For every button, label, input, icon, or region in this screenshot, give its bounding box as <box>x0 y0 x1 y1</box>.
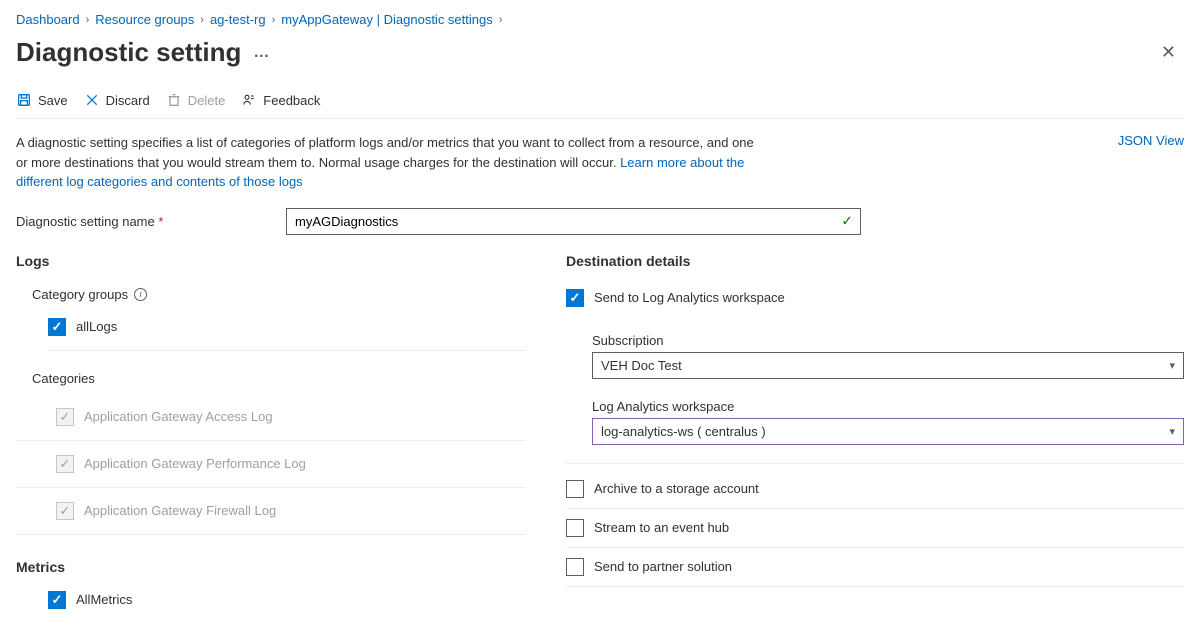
category-groups-label: Category groups i <box>16 279 526 310</box>
validation-check-icon: ✓ <box>841 213 853 230</box>
feedback-label: Feedback <box>263 93 320 108</box>
description-text: A diagnostic setting specifies a list of… <box>16 133 756 192</box>
chevron-right-icon: › <box>499 14 503 26</box>
category-label: Application Gateway Performance Log <box>84 456 306 471</box>
discard-icon <box>84 92 100 108</box>
metrics-title: Metrics <box>16 535 526 583</box>
info-icon[interactable]: i <box>134 288 147 301</box>
eventhub-label: Stream to an event hub <box>594 520 729 535</box>
log-analytics-group: Send to Log Analytics workspace Subscrip… <box>566 279 1184 464</box>
delete-icon <box>166 92 182 108</box>
page-title-text: Diagnostic setting <box>16 37 241 68</box>
required-indicator: * <box>158 214 163 229</box>
save-button[interactable]: Save <box>16 92 68 108</box>
delete-label: Delete <box>188 93 226 108</box>
category-groups-text: Category groups <box>32 287 128 302</box>
destinations-title: Destination details <box>566 253 1184 279</box>
discard-label: Discard <box>106 93 150 108</box>
name-input[interactable] <box>286 208 861 235</box>
logs-metrics-column: Logs Category groups i allLogs Categorie… <box>16 253 526 617</box>
workspace-block: Log Analytics workspace log-analytics-ws… <box>566 383 1184 449</box>
category-checkbox <box>56 455 74 473</box>
chevron-right-icon: › <box>272 14 276 26</box>
log-analytics-row: Send to Log Analytics workspace <box>566 279 1184 317</box>
page-header: Diagnostic setting … ✕ <box>16 37 1184 86</box>
category-checkbox <box>56 408 74 426</box>
log-analytics-checkbox[interactable] <box>566 289 584 307</box>
subscription-value: VEH Doc Test <box>601 358 682 373</box>
command-bar: Save Discard Delete Feedback <box>16 86 1184 119</box>
category-label: Application Gateway Firewall Log <box>84 503 276 518</box>
category-label: Application Gateway Access Log <box>84 409 273 424</box>
all-logs-label: allLogs <box>76 319 117 334</box>
save-label: Save <box>38 93 68 108</box>
destinations-column: Destination details Send to Log Analytic… <box>566 253 1184 617</box>
breadcrumb-item[interactable]: Resource groups <box>95 12 194 27</box>
more-actions-icon[interactable]: … <box>253 44 270 62</box>
all-metrics-checkbox[interactable] <box>48 591 66 609</box>
category-row: Application Gateway Performance Log <box>16 441 526 488</box>
storage-checkbox[interactable] <box>566 480 584 498</box>
category-row: Application Gateway Firewall Log <box>16 488 526 535</box>
all-logs-checkbox[interactable] <box>48 318 66 336</box>
name-field-row: Diagnostic setting name * ✓ <box>16 208 1184 253</box>
all-logs-row: allLogs <box>16 310 526 344</box>
log-analytics-label: Send to Log Analytics workspace <box>594 290 785 305</box>
storage-label: Archive to a storage account <box>594 481 759 496</box>
close-icon[interactable]: ✕ <box>1153 38 1184 67</box>
description-row: A diagnostic setting specifies a list of… <box>16 119 1184 208</box>
breadcrumb-item[interactable]: myAppGateway | Diagnostic settings <box>281 12 492 27</box>
breadcrumb-item[interactable]: Dashboard <box>16 12 80 27</box>
discard-button[interactable]: Discard <box>84 92 150 108</box>
divider <box>48 350 526 351</box>
partner-label: Send to partner solution <box>594 559 732 574</box>
subscription-select[interactable]: VEH Doc Test ▾ <box>592 352 1184 379</box>
eventhub-row: Stream to an event hub <box>566 509 1184 548</box>
all-metrics-label: AllMetrics <box>76 592 132 607</box>
chevron-right-icon: › <box>200 14 204 26</box>
category-checkbox <box>56 502 74 520</box>
workspace-value: log-analytics-ws ( centralus ) <box>601 424 766 439</box>
subscription-block: Subscription VEH Doc Test ▾ <box>566 317 1184 383</box>
breadcrumb: Dashboard › Resource groups › ag-test-rg… <box>16 10 1184 37</box>
storage-row: Archive to a storage account <box>566 470 1184 509</box>
delete-button: Delete <box>166 92 226 108</box>
partner-row: Send to partner solution <box>566 548 1184 587</box>
breadcrumb-item[interactable]: ag-test-rg <box>210 12 266 27</box>
json-view-link[interactable]: JSON View <box>1118 133 1184 148</box>
save-icon <box>16 92 32 108</box>
body-columns: Logs Category groups i allLogs Categorie… <box>16 253 1184 617</box>
feedback-icon <box>241 92 257 108</box>
category-row: Application Gateway Access Log <box>16 394 526 441</box>
chevron-down-icon: ▾ <box>1169 359 1175 372</box>
logs-title: Logs <box>16 253 526 279</box>
all-metrics-row: AllMetrics <box>16 583 526 617</box>
feedback-button[interactable]: Feedback <box>241 92 320 108</box>
eventhub-checkbox[interactable] <box>566 519 584 537</box>
workspace-select[interactable]: log-analytics-ws ( centralus ) ▾ <box>592 418 1184 445</box>
name-input-wrap: ✓ <box>286 208 861 235</box>
chevron-down-icon: ▾ <box>1169 425 1175 438</box>
partner-checkbox[interactable] <box>566 558 584 576</box>
workspace-label: Log Analytics workspace <box>592 389 1184 418</box>
chevron-right-icon: › <box>86 14 90 26</box>
page-title: Diagnostic setting … <box>16 37 270 68</box>
categories-label: Categories <box>16 357 526 394</box>
name-field-label: Diagnostic setting name * <box>16 214 266 229</box>
name-label-text: Diagnostic setting name <box>16 214 155 229</box>
subscription-label: Subscription <box>592 323 1184 352</box>
